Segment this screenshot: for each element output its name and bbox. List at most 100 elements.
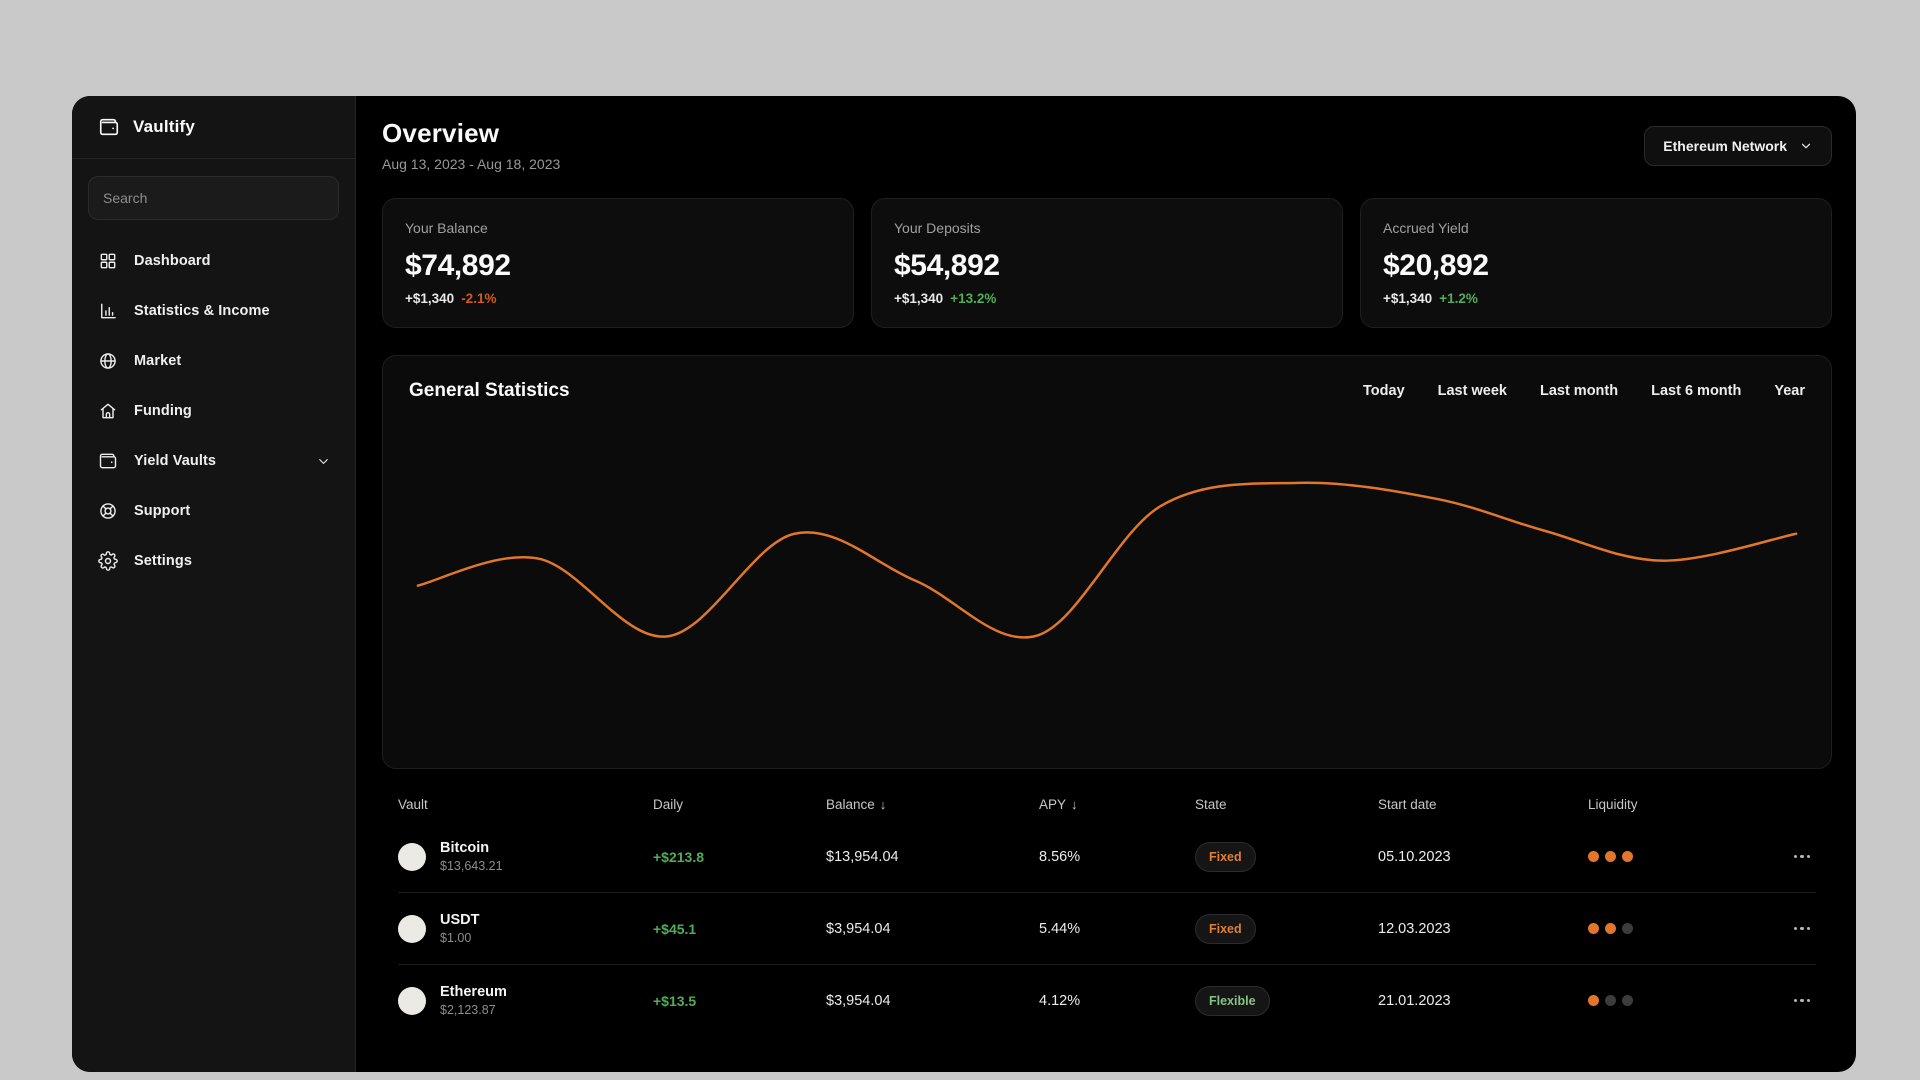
sidebar-item-support[interactable]: Support xyxy=(72,486,355,536)
stat-percent: +13.2% xyxy=(950,291,997,306)
column-label: Start date xyxy=(1378,796,1437,812)
column-header-vault: Vault xyxy=(398,797,653,812)
sidebar-item-label: Yield Vaults xyxy=(134,453,217,469)
column-label: Vault xyxy=(398,796,428,812)
wallet-icon xyxy=(98,451,118,471)
vaults-table: Vault Daily Balance ↓ APY ↓ State Start date Liq… xyxy=(382,787,1832,1036)
column-label: State xyxy=(1195,796,1227,812)
stat-cards: Your Balance $74,892 +$1,340 -2.1% Your Depo… xyxy=(382,198,1832,328)
daily-change: +$45.1 xyxy=(653,920,697,937)
page-header: Overview Aug 13, 2023 - Aug 18, 2023 Eth… xyxy=(382,96,1832,172)
lifebuoy-icon xyxy=(98,501,118,521)
stat-percent: -2.1% xyxy=(461,291,497,306)
daily-change: +$213.8 xyxy=(653,848,704,865)
network-selector-label: Ethereum Network xyxy=(1663,138,1787,154)
app-title: Vaultify xyxy=(133,117,196,136)
time-filters: Today Last week Last month Last 6 month Year xyxy=(1363,383,1805,399)
stat-label: Accrued Yield xyxy=(1383,220,1469,236)
stat-value: $74,892 xyxy=(405,249,511,282)
column-header-daily: Daily xyxy=(653,797,826,812)
liquidity-indicator xyxy=(1588,923,1756,934)
row-more-button[interactable] xyxy=(1788,849,1817,865)
date-range: Aug 13, 2023 - Aug 18, 2023 xyxy=(382,156,561,172)
vault-avatar xyxy=(398,986,426,1015)
sidebar-item-market[interactable]: Market xyxy=(72,336,355,386)
column-label: APY xyxy=(1039,796,1067,812)
vault-name: Bitcoin xyxy=(440,840,490,856)
stat-value: $54,892 xyxy=(894,249,1000,282)
row-more-button[interactable] xyxy=(1788,921,1817,937)
table-row-ethereum[interactable]: Ethereum $2,123.87 +$13.5 $3,954.04 4.12% Fl… xyxy=(398,964,1816,1036)
state-badge: Flexible xyxy=(1195,985,1270,1016)
balance-value: $3,954.04 xyxy=(826,920,891,937)
filter-today[interactable]: Today xyxy=(1363,383,1405,399)
liquidity-indicator xyxy=(1588,995,1756,1006)
vault-price: $1.00 xyxy=(440,931,472,945)
liquidity-dot xyxy=(1605,995,1616,1006)
liquidity-dot xyxy=(1622,995,1633,1006)
home-icon xyxy=(98,401,118,421)
gear-icon xyxy=(98,551,118,571)
search-input[interactable] xyxy=(88,176,339,220)
line-chart xyxy=(409,416,1805,755)
vault-name: Ethereum xyxy=(440,984,507,1000)
apy-value: 4.12% xyxy=(1039,992,1081,1009)
stat-delta: +$1,340 xyxy=(1383,291,1433,306)
sidebar-item-label: Funding xyxy=(134,403,192,419)
page-title: Overview xyxy=(382,118,500,148)
column-header-balance[interactable]: Balance ↓ xyxy=(826,797,1039,812)
logo: Vaultify xyxy=(72,96,355,159)
daily-change: +$13.5 xyxy=(653,992,697,1009)
liquidity-dot xyxy=(1622,851,1633,862)
app-window: Vaultify Dashboard Statistics & Income Mar… xyxy=(72,96,1856,1072)
start-date: 12.03.2023 xyxy=(1378,920,1451,937)
table-header: Vault Daily Balance ↓ APY ↓ State Start date Liq… xyxy=(398,787,1816,821)
sidebar-item-settings[interactable]: Settings xyxy=(72,536,355,586)
chart-title: General Statistics xyxy=(409,380,570,401)
balance-value: $3,954.04 xyxy=(826,992,891,1009)
sidebar-item-label: Market xyxy=(134,353,182,369)
liquidity-indicator xyxy=(1588,851,1756,862)
apy-value: 8.56% xyxy=(1039,848,1081,865)
main-content: Overview Aug 13, 2023 - Aug 18, 2023 Eth… xyxy=(356,96,1856,1072)
filter-year[interactable]: Year xyxy=(1774,383,1805,399)
row-more-button[interactable] xyxy=(1788,993,1817,1009)
liquidity-dot xyxy=(1588,923,1599,934)
table-row-bitcoin[interactable]: Bitcoin $13,643.21 +$213.8 $13,954.04 8.56%… xyxy=(398,821,1816,892)
column-label: Balance xyxy=(826,796,875,812)
sidebar-item-dashboard[interactable]: Dashboard xyxy=(72,236,355,286)
state-badge: Fixed xyxy=(1195,841,1256,872)
stat-delta: +$1,340 xyxy=(405,291,455,306)
table-row-usdt[interactable]: USDT $1.00 +$45.1 $3,954.04 5.44% Fixed 12.03… xyxy=(398,892,1816,964)
filter-last-6-month[interactable]: Last 6 month xyxy=(1651,383,1741,399)
vault-price: $2,123.87 xyxy=(440,1003,496,1017)
network-selector[interactable]: Ethereum Network xyxy=(1644,126,1832,166)
filter-last-month[interactable]: Last month xyxy=(1540,383,1618,399)
sort-arrow-icon: ↓ xyxy=(879,796,887,812)
liquidity-dot xyxy=(1605,851,1616,862)
balance-value: $13,954.04 xyxy=(826,848,899,865)
sort-arrow-icon: ↓ xyxy=(1071,796,1078,812)
sidebar-item-statistics-income[interactable]: Statistics & Income xyxy=(72,286,355,336)
sidebar-item-label: Statistics & Income xyxy=(134,303,270,319)
apy-value: 5.44% xyxy=(1039,920,1081,937)
grid-icon xyxy=(98,251,118,271)
sidebar-item-yield-vaults[interactable]: Yield Vaults xyxy=(72,436,355,486)
sidebar: Vaultify Dashboard Statistics & Income Mar… xyxy=(72,96,356,1072)
chevron-down-icon xyxy=(316,454,331,469)
start-date: 05.10.2023 xyxy=(1378,848,1451,865)
stat-card-your-deposits: Your Deposits $54,892 +$1,340 +13.2% xyxy=(871,198,1343,328)
liquidity-dot xyxy=(1622,923,1633,934)
chevron-down-icon xyxy=(1799,139,1813,153)
vault-name: USDT xyxy=(440,912,480,928)
stat-label: Your Deposits xyxy=(894,220,981,236)
stat-label: Your Balance xyxy=(405,220,488,236)
stat-card-your-balance: Your Balance $74,892 +$1,340 -2.1% xyxy=(382,198,854,328)
sidebar-item-label: Settings xyxy=(134,553,192,569)
stat-card-accrued-yield: Accrued Yield $20,892 +$1,340 +1.2% xyxy=(1360,198,1832,328)
column-header-apy[interactable]: APY ↓ xyxy=(1039,797,1195,812)
filter-last-week[interactable]: Last week xyxy=(1438,383,1507,399)
sidebar-item-funding[interactable]: Funding xyxy=(72,386,355,436)
column-label: Liquidity xyxy=(1588,796,1638,812)
stat-delta: +$1,340 xyxy=(894,291,944,306)
